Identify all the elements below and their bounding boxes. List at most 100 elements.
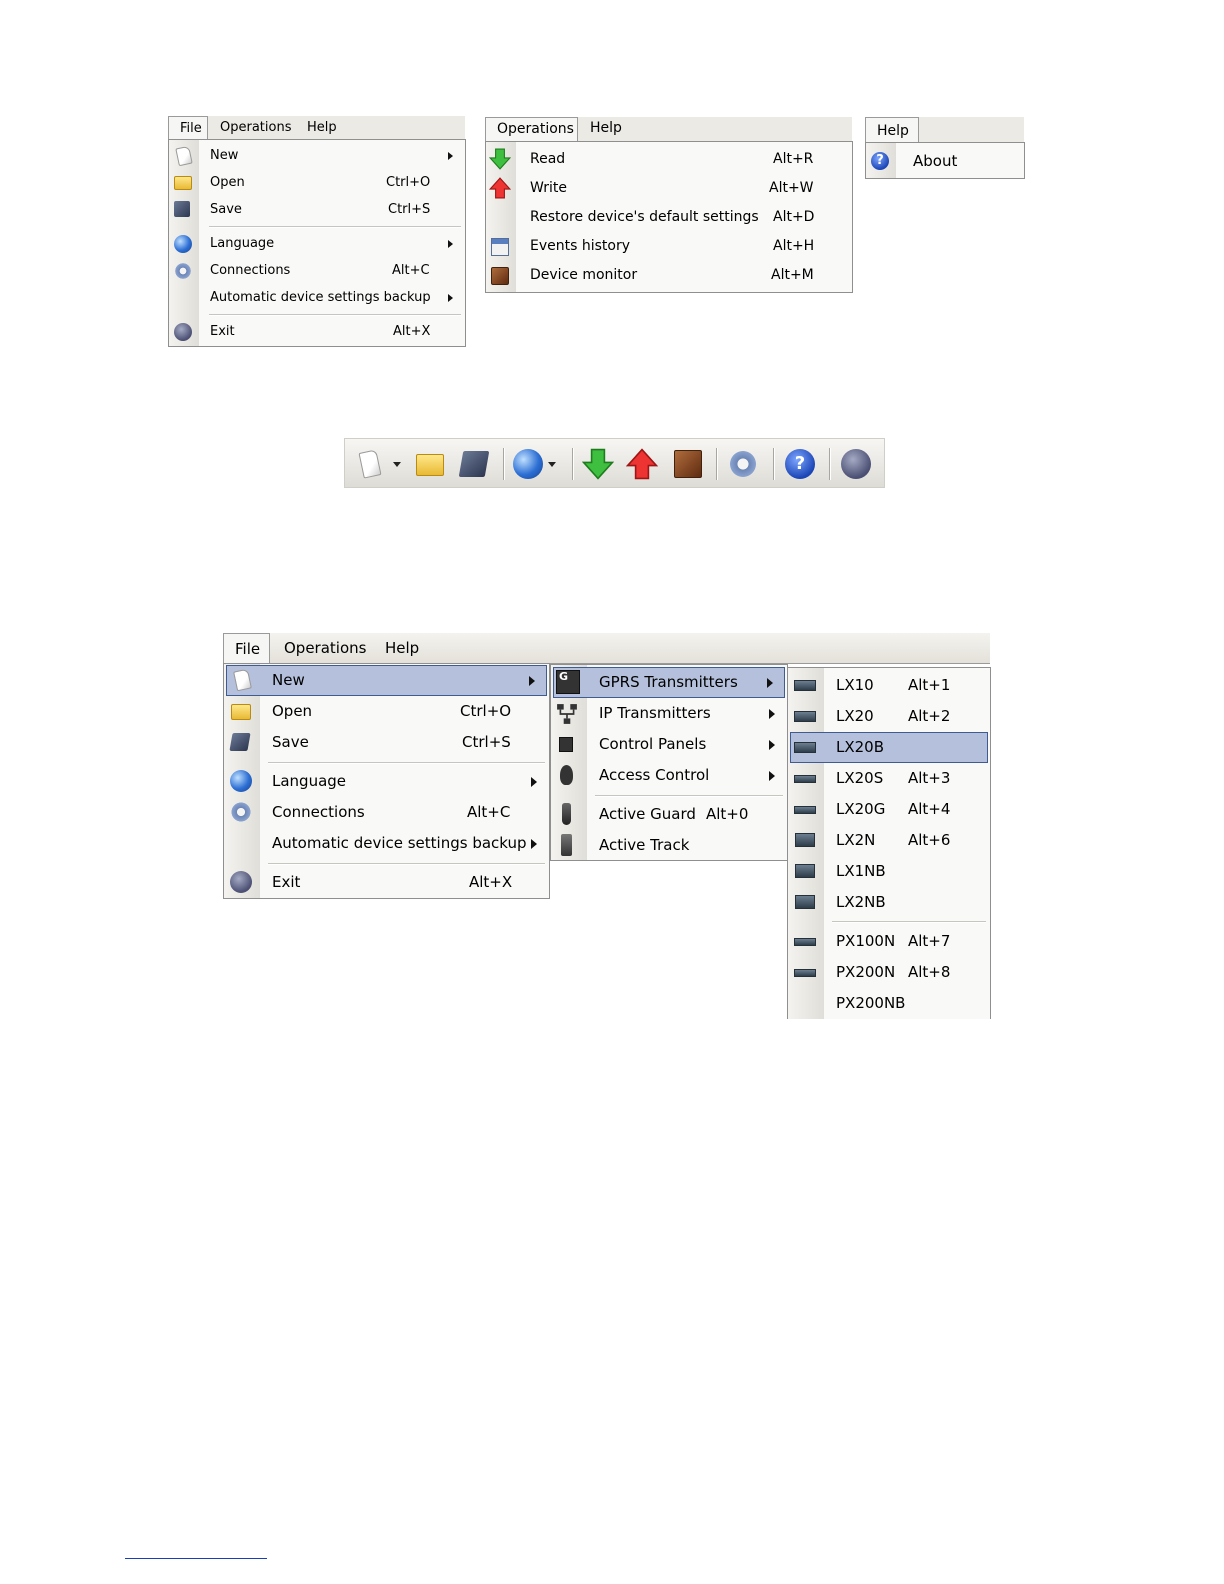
gear-icon <box>230 801 252 823</box>
menu-help[interactable]: Help <box>374 633 430 663</box>
menu-item-restore-defaults[interactable]: Restore device's default settings Alt+D <box>486 203 852 232</box>
new-document-icon <box>233 668 252 692</box>
operations-menu: Read Alt+R Write Alt+W Restore device's … <box>485 141 853 293</box>
menu-item-auto-backup[interactable]: Automatic device settings backup <box>224 828 549 859</box>
menu-item-new[interactable]: New <box>169 142 465 169</box>
open-folder-icon <box>416 454 444 476</box>
menu-item-px200n[interactable]: PX200N Alt+8 <box>788 957 990 988</box>
menu-item-language[interactable]: Language <box>224 766 549 797</box>
device-board-icon <box>794 711 816 722</box>
menu-item-lx20[interactable]: LX20 Alt+2 <box>788 701 990 732</box>
toolbar-save-button[interactable] <box>458 449 490 479</box>
menu-item-exit[interactable]: Exit Alt+X <box>224 867 549 898</box>
menu-help[interactable]: Help <box>579 117 633 140</box>
exit-icon <box>174 323 192 341</box>
active-guard-icon <box>562 803 571 825</box>
exit-icon <box>841 449 871 479</box>
menu-item-gprs-transmitters[interactable]: G GPRS Transmitters <box>553 667 785 698</box>
device-board-icon <box>794 680 816 691</box>
chevron-down-icon[interactable] <box>548 462 556 467</box>
menu-item-save[interactable]: Save Ctrl+S <box>169 196 465 223</box>
toolbar-connections-button[interactable] <box>728 449 758 479</box>
help-icon: ? <box>785 449 815 479</box>
chevron-down-icon[interactable] <box>393 462 401 467</box>
save-disk-icon <box>458 451 490 477</box>
open-folder-icon <box>174 176 192 190</box>
menu-item-auto-backup[interactable]: Automatic device settings backup <box>169 284 465 311</box>
submenu-arrow-icon <box>448 240 453 248</box>
toolbar-new-button[interactable] <box>355 449 385 479</box>
toolbar-exit-button[interactable] <box>841 449 871 479</box>
menu-item-new[interactable]: New <box>226 665 547 696</box>
gprs-transmitters-submenu: LX10 Alt+1 LX20 Alt+2 LX20B LX20S Alt+3 … <box>787 667 991 1019</box>
monitor-icon <box>491 267 509 285</box>
device-board-icon <box>795 864 815 878</box>
toolbar-read-button[interactable] <box>582 448 614 480</box>
menu-operations[interactable]: Operations <box>485 117 578 142</box>
save-disk-icon <box>229 733 251 751</box>
menu-item-write[interactable]: Write Alt+W <box>486 174 852 203</box>
menu-item-lx2n[interactable]: LX2N Alt+6 <box>788 825 990 856</box>
device-board-icon <box>794 806 816 814</box>
menu-file[interactable]: File <box>168 116 208 140</box>
menu-item-lx1nb[interactable]: LX1NB <box>788 856 990 887</box>
menu-item-lx20s[interactable]: LX20S Alt+3 <box>788 763 990 794</box>
globe-icon <box>230 770 252 792</box>
gear-icon <box>174 262 192 280</box>
device-board-icon <box>795 833 815 847</box>
toolbar-language-button[interactable] <box>513 449 543 479</box>
help-menu: ? About <box>865 142 1025 179</box>
new-document-icon <box>175 145 193 167</box>
new-document-icon <box>358 449 382 479</box>
toolbar-write-button[interactable] <box>626 448 658 480</box>
device-board-icon <box>794 969 816 977</box>
menu-item-connections[interactable]: Connections Alt+C <box>224 797 549 828</box>
menu-operations[interactable]: Operations <box>273 633 377 663</box>
menu-item-lx20b[interactable]: LX20B <box>790 732 988 763</box>
menu-item-access-control[interactable]: Access Control <box>551 760 787 791</box>
calendar-icon <box>491 238 509 256</box>
menu-item-open[interactable]: Open Ctrl+O <box>224 696 549 727</box>
submenu-arrow-icon <box>448 152 453 160</box>
menu-item-lx10[interactable]: LX10 Alt+1 <box>788 670 990 701</box>
menu-item-save[interactable]: Save Ctrl+S <box>224 727 549 758</box>
menu-item-px100n[interactable]: PX100N Alt+7 <box>788 926 990 957</box>
control-panel-icon <box>559 737 573 752</box>
submenu-arrow-icon <box>769 709 775 719</box>
menu-item-language[interactable]: Language <box>169 230 465 257</box>
menu-item-read[interactable]: Read Alt+R <box>486 145 852 174</box>
menu-item-px200nb[interactable]: PX200NB <box>788 988 990 1019</box>
device-board-icon <box>794 742 816 753</box>
menu-item-lx2nb[interactable]: LX2NB <box>788 887 990 918</box>
toolbar-device-monitor-button[interactable] <box>672 449 702 479</box>
footnote-rule <box>125 1558 267 1559</box>
submenu-arrow-icon <box>529 676 535 686</box>
menu-item-control-panels[interactable]: Control Panels <box>551 729 787 760</box>
gprs-signal-icon: G <box>556 670 580 694</box>
submenu-arrow-icon <box>767 678 773 688</box>
menu-item-about[interactable]: ? About <box>866 146 1024 177</box>
menu-help[interactable]: Help <box>865 117 919 144</box>
menu-operations[interactable]: Operations <box>209 116 302 139</box>
menu-file[interactable]: File <box>223 633 270 664</box>
exit-icon <box>230 871 252 893</box>
menu-item-lx20g[interactable]: LX20G Alt+4 <box>788 794 990 825</box>
file-menu-small: New Open Ctrl+O Save Ctrl+S Language Con… <box>168 139 466 347</box>
read-down-arrow-icon <box>489 148 511 170</box>
menu-item-events-history[interactable]: Events history Alt+H <box>486 232 852 261</box>
toolbar-help-button[interactable]: ? <box>785 449 815 479</box>
device-board-icon <box>794 775 816 783</box>
menu-item-ip-transmitters[interactable]: IP Transmitters <box>551 698 787 729</box>
menu-item-exit[interactable]: Exit Alt+X <box>169 318 465 345</box>
menu-item-connections[interactable]: Connections Alt+C <box>169 257 465 284</box>
menubar-file-large: File Operations Help <box>223 633 990 664</box>
menu-help[interactable]: Help <box>296 116 348 139</box>
menubar-operations: Operations Help <box>485 117 852 142</box>
toolbar-open-button[interactable] <box>415 449 445 479</box>
menu-item-device-monitor[interactable]: Device monitor Alt+M <box>486 261 852 290</box>
menu-item-active-guard[interactable]: Active Guard Alt+0 <box>551 799 787 830</box>
menubar-help: Help <box>865 117 1024 144</box>
menu-item-active-track[interactable]: Active Track <box>551 830 787 861</box>
menu-item-open[interactable]: Open Ctrl+O <box>169 169 465 196</box>
help-icon: ? <box>871 152 889 170</box>
